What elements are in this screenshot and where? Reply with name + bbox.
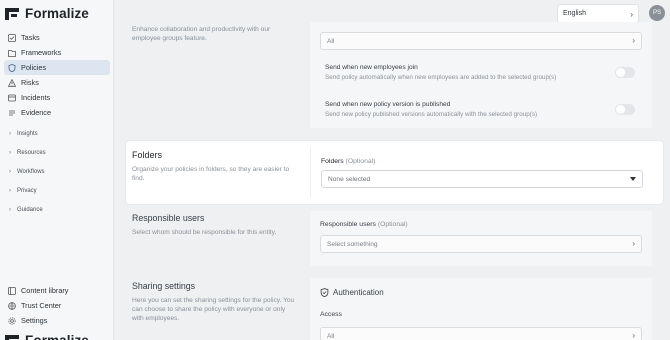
language-value: English [563,10,586,17]
chevron-right-icon: › [632,36,635,45]
chevron-right-icon: › [9,130,11,137]
brand-logo[interactable]: Formalize [5,6,89,21]
sidebar-item-label: Content library [21,286,69,295]
responsible-title: Responsible users [132,213,205,223]
chevron-right-icon: › [632,239,635,248]
select-value: All [327,37,335,45]
group-label: Guidance [17,206,43,213]
chevron-right-icon: › [9,149,11,156]
folders-section: Folders Organize your policies in folder… [126,141,663,204]
sidebar: Formalize Tasks Frameworks Policies Risk… [0,0,114,340]
sidebar-item-trust-center[interactable]: Trust Center [4,298,110,313]
sidebar-item-label: Risks [21,78,39,87]
shield-check-icon [320,288,329,297]
new-version-toggle[interactable] [615,104,635,115]
authentication-title: Authentication [333,288,384,297]
sidebar-item-label: Trust Center [21,301,62,310]
sidebar-item-tasks[interactable]: Tasks [4,30,110,45]
sharing-desc: Here you can set the sharing settings fo… [132,297,295,322]
responsible-label: Responsible users (Optional) [320,221,408,228]
group-label: Privacy [17,187,37,194]
warning-icon [8,78,16,87]
option-new-employees-desc: Send policy automatically when new emplo… [325,74,557,81]
sidebar-item-policies[interactable]: Policies [4,60,110,75]
evidence-icon [8,109,16,117]
sidebar-item-evidence[interactable]: Evidence [4,105,110,120]
chevron-right-icon: › [630,10,633,19]
folders-label: Folders (Optional) [321,158,375,165]
frameworks-icon [8,49,16,57]
sidebar-bottom-nav: Content library Trust Center Settings [4,283,110,328]
sidebar-group-workflows[interactable]: › Workflows [4,162,110,181]
shield-icon [8,63,16,72]
optional-label: (Optional) [377,221,408,228]
sidebar-item-label: Frameworks [21,48,62,57]
access-label: Access [320,311,342,318]
group-label: Insights [17,130,38,137]
chevron-right-icon: › [9,206,11,213]
sidebar-item-settings[interactable]: Settings [4,313,110,328]
formalize-logo-icon [5,334,19,340]
brand-logo-bottom: Formalize [5,333,89,340]
select-placeholder: None selected [328,175,371,183]
access-select[interactable]: All › [320,327,642,340]
responsible-desc: Select whom should be responsible for th… [132,229,277,236]
folders-panel: Folders (Optional) None selected [310,148,653,198]
sidebar-item-label: Evidence [21,108,52,117]
select-placeholder: Select something [327,240,378,248]
section-desc: Organize your policies in folders, so th… [132,166,290,182]
chevron-right-icon: › [9,187,11,194]
incidents-icon [8,94,16,102]
sidebar-item-label: Incidents [21,93,51,102]
sidebar-item-risks[interactable]: Risks [4,75,110,90]
language-select[interactable]: English › [557,4,639,23]
field-label: Folders [321,158,344,165]
sidebar-group-privacy[interactable]: › Privacy [4,181,110,200]
sidebar-group-resources[interactable]: › Resources [4,143,110,162]
sidebar-item-label: Policies [21,63,47,72]
employee-groups-select[interactable]: All › [320,32,642,50]
chevron-right-icon: › [9,168,11,175]
group-label: Workflows [17,168,45,175]
tasks-icon [8,33,16,42]
caret-down-icon [630,177,636,181]
field-label: Responsible users [320,221,376,228]
sidebar-nav: Tasks Frameworks Policies Risks Incident… [4,30,110,219]
brand-name: Formalize [25,333,89,340]
sidebar-item-label: Settings [21,316,48,325]
sidebar-item-content-library[interactable]: Content library [4,283,110,298]
sidebar-item-label: Tasks [21,33,40,42]
option-new-employees-title: Send when new employees join [325,64,418,71]
optional-label: (Optional) [345,158,376,165]
employee-groups-desc: Enhance collaboration and productivity w… [132,26,271,42]
section-title: Folders [132,150,163,160]
responsible-select[interactable]: Select something › [320,235,642,253]
avatar[interactable]: PS [649,5,665,21]
new-employees-toggle[interactable] [615,67,635,78]
chevron-right-icon: › [632,331,635,340]
gear-icon [8,316,16,325]
group-label: Resources [17,149,46,156]
sidebar-item-frameworks[interactable]: Frameworks [4,45,110,60]
select-value: All [327,332,335,340]
folders-select[interactable]: None selected [321,170,643,188]
brand-name: Formalize [25,6,89,21]
sidebar-group-insights[interactable]: › Insights [4,124,110,143]
sharing-title: Sharing settings [132,281,196,291]
sidebar-item-incidents[interactable]: Incidents [4,90,110,105]
library-icon [8,286,16,295]
authentication-header: Authentication [320,288,384,297]
option-new-version-desc: Send new policy published versions autom… [325,111,538,118]
sidebar-group-guidance[interactable]: › Guidance [4,200,110,219]
formalize-logo-icon [5,7,19,20]
option-new-version-title: Send when new policy version is publishe… [325,101,451,108]
globe-icon [8,301,16,310]
